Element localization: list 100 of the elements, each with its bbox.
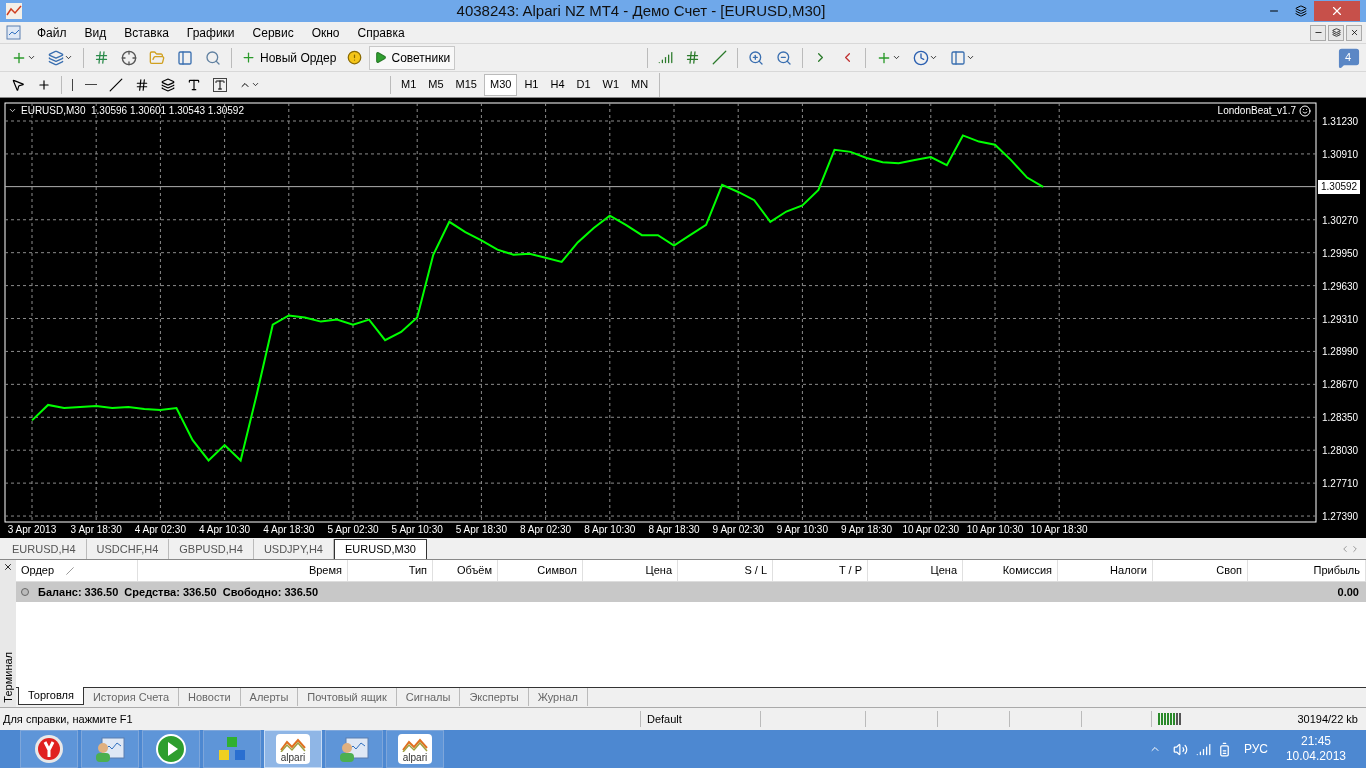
notification-count: 4 xyxy=(1345,49,1352,65)
timeframe-button[interactable]: M15 xyxy=(450,73,482,96)
x-axis-label: 10 Apr 02:30 xyxy=(902,524,960,535)
balance-summary: Баланс: 336.50 Средства: 336.50 Свободно: 336.50 xyxy=(38,584,319,600)
terminal-tab[interactable]: Сигналы xyxy=(396,688,461,706)
dropdown-icon[interactable] xyxy=(8,106,17,115)
x-axis-label: 4 Apr 18:30 xyxy=(263,524,315,535)
timeframe-button[interactable]: H1 xyxy=(519,73,544,96)
line-chart-icon xyxy=(712,50,728,65)
y-axis-label: 1.27390 xyxy=(1322,511,1359,523)
close-button[interactable] xyxy=(1346,24,1362,41)
column-header[interactable]: Своп xyxy=(1153,560,1248,581)
caret-icon xyxy=(892,53,902,62)
menu-item[interactable]: Графики xyxy=(177,23,244,42)
clock[interactable]: 21:45 10.04.2013 xyxy=(1285,734,1346,764)
column-header[interactable]: Тип xyxy=(348,560,433,581)
price-label: 1.30592 xyxy=(1318,179,1361,194)
timeframe-button[interactable]: D1 xyxy=(571,73,596,96)
plus-icon xyxy=(241,50,256,65)
x-axis-label: 9 Apr 10:30 xyxy=(776,524,828,535)
chart-tab[interactable]: EURUSD,M30 xyxy=(334,539,427,559)
zoom-out-icon xyxy=(776,49,793,66)
menu-item[interactable]: Сервис xyxy=(243,23,303,42)
menu-item[interactable]: Вставка xyxy=(115,23,178,42)
profit-total: 0.00 xyxy=(1337,584,1359,600)
column-header[interactable]: Объём xyxy=(433,560,498,581)
chart-tab[interactable]: USDCHF,H4 xyxy=(86,539,170,559)
terminal-tab[interactable]: История Счета xyxy=(83,688,179,706)
document-icon[interactable] xyxy=(6,24,22,41)
caret-icon xyxy=(929,53,939,62)
column-header[interactable]: Прибыль xyxy=(1248,560,1366,581)
y-axis-label: 1.31230 xyxy=(1322,116,1359,127)
column-header[interactable]: S / L xyxy=(678,560,773,581)
y-axis-label: 1.29630 xyxy=(1322,280,1359,292)
menu-item[interactable]: Файл xyxy=(28,23,76,42)
alpari-logo: alpari xyxy=(276,734,310,764)
crosshair-icon xyxy=(121,49,137,66)
taskbar-app[interactable]: alpari xyxy=(386,730,444,768)
timeframe-button[interactable]: W1 xyxy=(597,73,625,96)
caret-icon xyxy=(27,53,36,62)
taskbar-app[interactable] xyxy=(325,730,383,768)
terminal-label: Терминал xyxy=(0,652,15,703)
y-axis-label: 1.29950 xyxy=(1322,247,1359,259)
taskbar-app[interactable] xyxy=(142,730,200,768)
caret-icon xyxy=(251,80,260,89)
new-order-button[interactable]: Новый Ордер xyxy=(237,45,341,70)
y-axis-label: 1.28350 xyxy=(1322,412,1359,424)
column-header[interactable]: Время xyxy=(138,560,348,581)
experts-button[interactable]: Советники xyxy=(369,45,456,70)
timeframe-button[interactable]: M5 xyxy=(423,73,449,96)
terminal-tab[interactable]: Алерты xyxy=(240,688,299,706)
scroll-right-icon[interactable] xyxy=(1350,544,1360,554)
column-header[interactable]: Цена xyxy=(583,560,678,581)
chart-tab[interactable]: EURUSD,H4 xyxy=(2,539,87,559)
terminal-tab[interactable]: Журнал xyxy=(528,688,588,706)
expert-name: LondonBeat_v1.7 xyxy=(1217,104,1296,118)
scroll-left-icon[interactable] xyxy=(1340,544,1350,554)
column-header[interactable]: T / P xyxy=(773,560,868,581)
terminal-tab[interactable]: Торговля xyxy=(18,687,84,705)
close-icon xyxy=(1349,28,1359,37)
menu-item[interactable]: Справка xyxy=(348,23,414,42)
trendline-icon xyxy=(109,77,123,92)
label-tool-icon xyxy=(213,77,227,92)
column-header[interactable]: Налоги xyxy=(1058,560,1153,581)
navigator-icon xyxy=(177,49,193,66)
close-icon xyxy=(1330,4,1344,18)
restore-button[interactable] xyxy=(1328,24,1344,41)
y-axis-label: 1.28030 xyxy=(1322,445,1359,457)
language-indicator[interactable]: РУС xyxy=(1243,740,1268,758)
notification-icon[interactable] xyxy=(1338,46,1360,69)
column-header[interactable]: Комиссия xyxy=(963,560,1058,581)
taskbar-app[interactable] xyxy=(81,730,139,768)
y-axis-label: 1.30910 xyxy=(1322,148,1359,160)
taskbar-app[interactable] xyxy=(203,730,261,768)
terminal-tab[interactable]: Почтовый ящик xyxy=(298,688,397,706)
menu-item[interactable]: Окно xyxy=(302,23,349,42)
timeframe-button[interactable]: M30 xyxy=(483,73,518,96)
caret-icon xyxy=(966,53,976,62)
zoom-in-icon xyxy=(748,49,765,66)
menu-item[interactable]: Вид xyxy=(75,23,116,42)
bar-chart-icon xyxy=(658,50,674,65)
timeframe-button[interactable]: MN xyxy=(626,73,654,96)
terminal-tab[interactable]: Новости xyxy=(179,688,241,706)
taskbar-app[interactable]: alpari xyxy=(264,730,322,768)
column-header[interactable]: Символ xyxy=(498,560,583,581)
timeframe-button[interactable]: H4 xyxy=(545,73,570,96)
column-header[interactable]: Цена xyxy=(868,560,963,581)
chart-tab[interactable]: GBPUSD,H4 xyxy=(169,539,254,559)
column-header[interactable]: Ордер xyxy=(16,560,138,581)
x-axis-label: 4 Apr 02:30 xyxy=(134,524,186,535)
vertical-line-icon xyxy=(72,78,73,91)
terminal-tab[interactable]: Эксперты xyxy=(460,688,529,706)
y-axis-label: 1.30270 xyxy=(1322,214,1359,226)
connection-bars-icon xyxy=(1158,713,1182,725)
x-axis-label: 8 Apr 02:30 xyxy=(520,524,572,535)
timeframe-button[interactable]: M1 xyxy=(396,73,422,96)
signal-icon[interactable] xyxy=(1195,741,1211,757)
taskbar-app[interactable] xyxy=(20,730,78,768)
volume-icon[interactable] xyxy=(1172,741,1188,757)
close-icon[interactable] xyxy=(3,562,13,572)
